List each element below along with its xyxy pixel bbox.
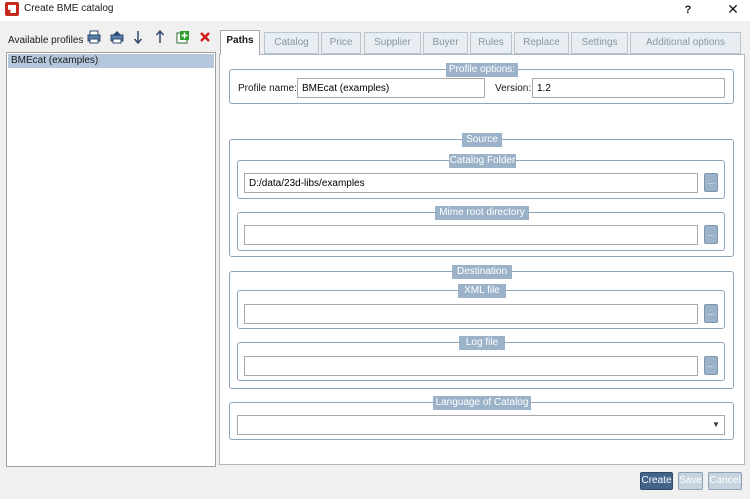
arrow-up-icon <box>155 29 165 43</box>
tab-replace[interactable]: Replace <box>514 32 569 54</box>
tab-additional-options[interactable]: Additional options <box>630 32 741 54</box>
tab-catalog[interactable]: Catalog <box>264 32 319 54</box>
mime-root-legend: Mime root directory <box>435 206 529 220</box>
log-file-input[interactable] <box>244 356 698 376</box>
create-button[interactable]: Create <box>640 472 673 490</box>
source-legend: Source <box>462 133 502 147</box>
catalog-folder-input[interactable] <box>244 173 698 193</box>
save-profile-button[interactable] <box>85 30 103 48</box>
tab-price[interactable]: Price <box>321 32 361 54</box>
language-group: Language of Catalog ▼ <box>229 396 734 440</box>
source-group: Source Catalog Folder ... Mime root dire… <box>229 133 734 257</box>
paths-panel: Profile options: Profile name: Version: … <box>219 54 745 465</box>
catalog-folder-legend: Catalog Folder <box>449 154 516 168</box>
destination-group: Destination XML file ... Log file ... <box>229 265 734 389</box>
tab-settings[interactable]: Settings <box>571 32 628 54</box>
mime-root-group: Mime root directory ... <box>237 206 725 251</box>
language-legend: Language of Catalog <box>433 396 531 410</box>
tab-buyer[interactable]: Buyer <box>423 32 468 54</box>
language-select[interactable]: ▼ <box>237 415 725 435</box>
log-file-browse-button[interactable]: ... <box>704 356 718 375</box>
printer-load-icon <box>110 31 124 44</box>
xml-file-input[interactable] <box>244 304 698 324</box>
mime-root-browse-button[interactable]: ... <box>704 225 718 244</box>
catalog-folder-browse-button[interactable]: ... <box>704 173 718 192</box>
tab-supplier[interactable]: Supplier <box>364 32 421 54</box>
tab-paths[interactable]: Paths <box>220 30 260 55</box>
mime-root-input[interactable] <box>244 225 698 245</box>
close-button[interactable]: ✕ <box>722 0 744 21</box>
profile-options-legend: Profile options: <box>446 63 518 77</box>
move-up-button[interactable] <box>151 29 169 48</box>
profile-name-label: Profile name: <box>238 83 297 94</box>
tab-rules[interactable]: Rules <box>470 32 512 54</box>
add-icon <box>176 31 189 44</box>
available-profiles-label: Available profiles <box>8 35 84 46</box>
delete-x-icon <box>200 32 210 42</box>
app-icon <box>5 2 19 16</box>
xml-file-group: XML file ... <box>237 284 725 329</box>
profile-name-input[interactable] <box>297 78 485 98</box>
move-down-button[interactable] <box>129 30 147 48</box>
help-button[interactable]: ? <box>678 0 698 21</box>
title-bar: Create BME catalog ? ✕ <box>0 0 750 21</box>
xml-file-legend: XML file <box>458 284 506 298</box>
profile-options-group: Profile options: Profile name: Version: <box>229 63 734 104</box>
log-file-legend: Log file <box>459 336 505 350</box>
arrow-down-icon <box>133 31 143 45</box>
profile-list[interactable]: BMEcat (examples) <box>6 52 216 467</box>
add-profile-button[interactable] <box>174 30 192 48</box>
xml-file-browse-button[interactable]: ... <box>704 304 718 323</box>
destination-legend: Destination <box>452 265 512 279</box>
load-profile-button[interactable] <box>108 30 126 48</box>
profile-item[interactable]: BMEcat (examples) <box>8 54 214 68</box>
window-title: Create BME catalog <box>24 3 114 14</box>
catalog-folder-group: Catalog Folder ... <box>237 154 725 199</box>
printer-save-icon <box>87 30 101 44</box>
version-label: Version: <box>495 83 532 94</box>
delete-profile-button[interactable] <box>196 30 214 48</box>
version-input[interactable] <box>532 78 725 98</box>
log-file-group: Log file ... <box>237 336 725 381</box>
chevron-down-icon: ▼ <box>712 420 720 429</box>
cancel-button[interactable]: Cancel <box>708 472 742 490</box>
dialog-body: Available profiles BMEcat (examples) Pat… <box>0 21 750 499</box>
save-button[interactable]: Save <box>678 472 703 490</box>
